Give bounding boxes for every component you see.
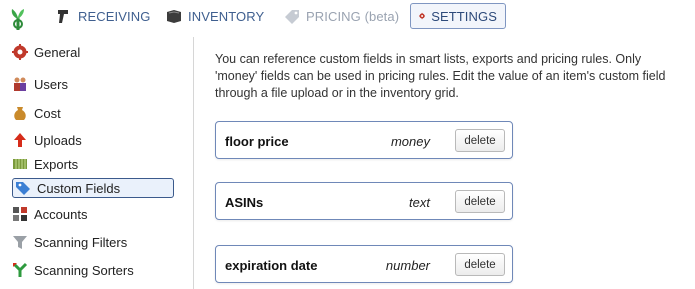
gear-icon: [419, 12, 426, 20]
sidebar-divider: [193, 37, 194, 289]
sidebar-item-label: General: [34, 44, 81, 60]
sorter-icon: [12, 262, 28, 277]
delete-button[interactable]: delete: [455, 253, 505, 276]
sidebar-item-label: Scanning Sorters: [34, 262, 134, 278]
delete-button[interactable]: delete: [455, 190, 505, 213]
field-name: floor price: [225, 134, 289, 149]
field-name: expiration date: [225, 258, 318, 273]
money-bag-icon: [14, 107, 26, 120]
book-icon: [167, 10, 181, 23]
sidebar-item-cost[interactable]: Cost: [12, 103, 174, 123]
settings-sidebar: General Users Cost Uploads Exports Custo…: [0, 36, 190, 289]
funnel-icon: [13, 236, 27, 249]
accounts-icon: [13, 207, 27, 221]
tab-inventory-label: INVENTORY: [188, 8, 265, 24]
tag-icon: [16, 182, 30, 195]
sidebar-item-label: Scanning Filters: [34, 234, 128, 250]
sidebar-item-exports[interactable]: Exports: [12, 154, 174, 174]
tab-pricing[interactable]: PRICING (beta): [284, 3, 399, 29]
gear-icon: [12, 44, 28, 60]
custom-field-row: ASINs text delete: [215, 182, 513, 220]
sidebar-item-label: Uploads: [34, 132, 82, 148]
sidebar-item-label: Exports: [34, 156, 79, 172]
field-type: money: [390, 134, 430, 149]
custom-field-row: floor price money delete: [215, 121, 513, 159]
sidebar-item-users[interactable]: Users: [12, 74, 174, 94]
sidebar-item-scanning-filters[interactable]: Scanning Filters: [12, 232, 174, 252]
tab-receiving-label: RECEIVING: [78, 8, 151, 24]
scanner-icon: [58, 10, 68, 23]
app-logo-icon[interactable]: [9, 4, 27, 30]
exports-icon: [13, 159, 27, 169]
sidebar-item-general[interactable]: General: [12, 42, 174, 62]
custom-fields-description: You can reference custom fields in smart…: [215, 52, 666, 100]
sidebar-item-label: Accounts: [34, 206, 88, 222]
price-tag-icon: [285, 10, 299, 24]
field-type: number: [385, 258, 430, 273]
sidebar-item-uploads[interactable]: Uploads: [12, 130, 174, 150]
field-name: ASINs: [225, 195, 264, 210]
upload-arrow-icon: [14, 133, 26, 147]
tab-inventory[interactable]: INVENTORY: [166, 3, 264, 29]
sidebar-item-label: Users: [34, 76, 68, 92]
delete-button[interactable]: delete: [455, 129, 505, 152]
custom-field-row: expiration date number delete: [215, 245, 513, 283]
field-type: text: [409, 195, 430, 210]
tab-settings[interactable]: SETTINGS: [410, 3, 506, 29]
sidebar-item-custom-fields[interactable]: Custom Fields: [12, 178, 174, 198]
top-nav: RECEIVING INVENTORY PRICING (beta) SETTI…: [0, 0, 695, 32]
tab-pricing-label: PRICING (beta): [306, 8, 400, 24]
users-icon: [14, 77, 26, 91]
tab-receiving[interactable]: RECEIVING: [56, 3, 150, 29]
sidebar-item-label: Custom Fields: [37, 180, 121, 196]
tab-settings-label: SETTINGS: [431, 8, 497, 24]
sidebar-item-scanning-sorters[interactable]: Scanning Sorters: [12, 260, 174, 280]
sidebar-item-accounts[interactable]: Accounts: [12, 204, 174, 224]
sidebar-item-label: Cost: [34, 105, 61, 121]
